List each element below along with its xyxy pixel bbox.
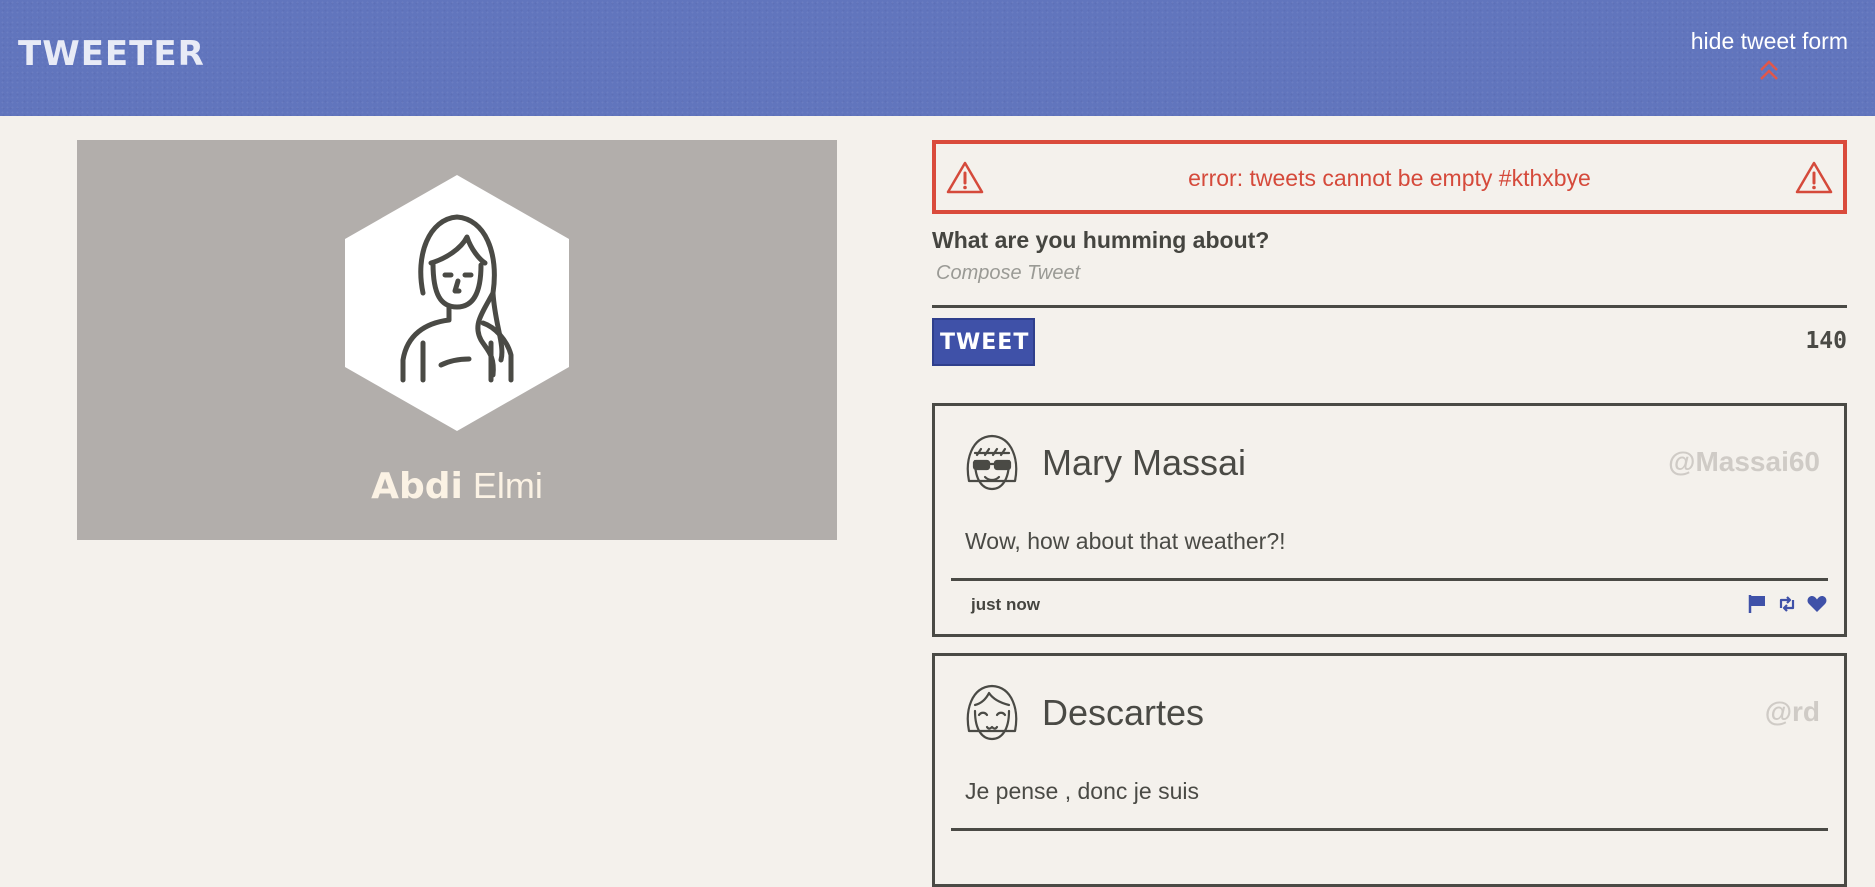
retweet-icon[interactable] xyxy=(1776,593,1798,615)
flag-icon[interactable] xyxy=(1746,593,1768,615)
toggle-tweet-form[interactable]: hide tweet form xyxy=(1691,28,1848,83)
compose-actions: TWEET 140 xyxy=(932,318,1847,366)
brand-logo[interactable]: TWEETER xyxy=(18,34,205,74)
tweet-actions xyxy=(1746,593,1828,615)
compose-label: What are you humming about? xyxy=(932,227,1270,253)
error-banner: error: tweets cannot be empty #kthxbye xyxy=(932,140,1847,214)
error-message: error: tweets cannot be empty #kthxbye xyxy=(1188,165,1591,191)
profile-first-name: Abdi xyxy=(371,466,463,507)
tweet-author-handle: @Massai60 xyxy=(1668,446,1820,477)
heart-icon[interactable] xyxy=(1806,593,1828,615)
tweet-author-name: Mary Massai xyxy=(1042,442,1247,483)
profile-name: Abdi Elmi xyxy=(77,465,837,507)
tweet-text: Je pense , donc je suis xyxy=(965,778,1199,804)
sunglasses-avatar-icon xyxy=(966,434,1018,491)
tweet-card: Descartes @rd Je pense , donc je suis xyxy=(932,653,1847,887)
tweet-button[interactable]: TWEET xyxy=(932,318,1035,366)
char-counter: 140 xyxy=(1805,328,1847,354)
tweet-timestamp: just now xyxy=(971,595,1040,614)
tweet-footer: just now xyxy=(951,578,1828,628)
tweet-author-name: Descartes xyxy=(1042,692,1205,733)
tweet-text: Wow, how about that weather?! xyxy=(965,528,1286,554)
compose-tweet-input[interactable] xyxy=(932,258,1847,308)
profile-last-name: Elmi xyxy=(472,465,543,506)
main-column: error: tweets cannot be empty #kthxbye W… xyxy=(932,140,1847,887)
double-chevron-up-icon[interactable] xyxy=(1756,57,1782,83)
top-nav: TWEETER hide tweet form xyxy=(0,0,1875,116)
tweet-author-handle: @rd xyxy=(1764,696,1820,727)
warning-icon xyxy=(1795,161,1833,194)
toggle-tweet-form-label[interactable]: hide tweet form xyxy=(1691,28,1848,55)
girl-avatar-icon xyxy=(345,175,569,431)
profile-card: Abdi Elmi xyxy=(77,140,837,540)
tweet-card: Mary Massai @Massai60 Wow, how about tha… xyxy=(932,403,1847,637)
smiling-avatar-icon xyxy=(966,684,1018,741)
tweet-footer xyxy=(951,828,1828,878)
